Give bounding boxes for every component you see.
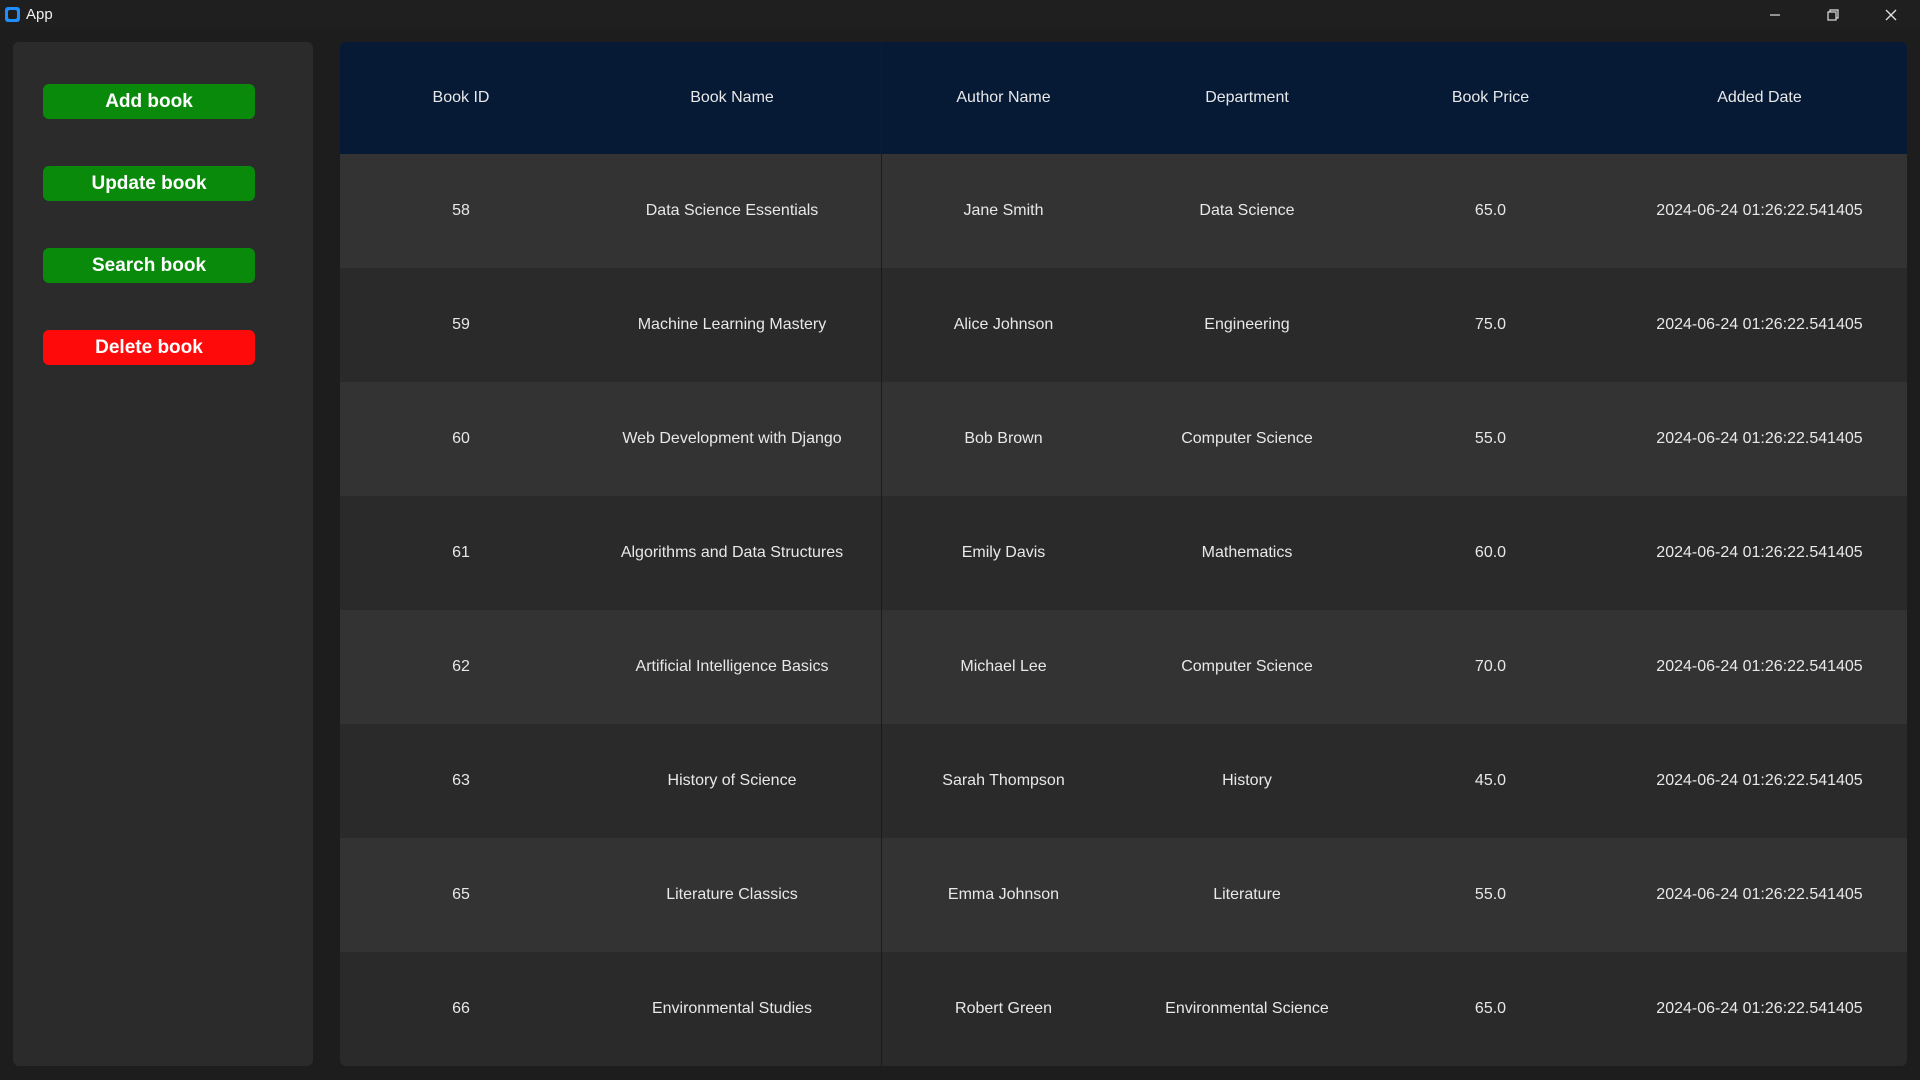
table-row[interactable]: 60 Web Development with Django Bob Brown Co… <box>340 382 1907 496</box>
column-header-added-date[interactable]: Added Date <box>1612 42 1907 154</box>
table-row[interactable]: 62 Artificial Intelligence Basics Michael … <box>340 610 1907 724</box>
cell-book-price: 65.0 <box>1474 202 1507 219</box>
cell-author-name: Jane Smith <box>963 202 1044 219</box>
add-book-button[interactable]: Add book <box>43 84 255 119</box>
cell-book-id: 60 <box>452 430 470 447</box>
table-row[interactable]: 65 Literature Classics Emma Johnson Literat… <box>340 838 1907 952</box>
cell-added-date: 2024-06-24 01:26:22.541405 <box>1656 658 1863 675</box>
cell-department: History <box>1222 772 1272 789</box>
table-row[interactable]: 66 Environmental Studies Robert Green Envir… <box>340 952 1907 1066</box>
cell-book-price: 55.0 <box>1474 886 1507 903</box>
cell-book-name: Machine Learning Mastery <box>637 316 827 333</box>
cell-department: Engineering <box>1204 316 1290 333</box>
cell-book-price: 55.0 <box>1474 430 1507 447</box>
delete-book-button[interactable]: Delete book <box>43 330 255 365</box>
cell-book-price: 45.0 <box>1474 772 1507 789</box>
cell-author-name: Alice Johnson <box>953 316 1054 333</box>
cell-book-name: History of Science <box>667 772 797 789</box>
cell-department: Environmental Science <box>1165 1000 1329 1017</box>
window-title: App <box>26 6 53 23</box>
column-header-book-price[interactable]: Book Price <box>1369 42 1612 154</box>
cell-book-price: 65.0 <box>1474 1000 1507 1017</box>
cell-department: Mathematics <box>1201 544 1293 561</box>
restore-icon <box>1827 8 1839 21</box>
cell-book-id: 65 <box>452 886 470 903</box>
cell-author-name: Robert Green <box>955 1000 1052 1017</box>
table-row[interactable]: 59 Machine Learning Mastery Alice Johnson E… <box>340 268 1907 382</box>
table-row[interactable]: 63 History of Science Sarah Thompson Histor… <box>340 724 1907 838</box>
cell-author-name: Bob Brown <box>964 430 1043 447</box>
cell-book-name: Web Development with Django <box>622 430 842 447</box>
cell-added-date: 2024-06-24 01:26:22.541405 <box>1656 772 1863 789</box>
search-book-button[interactable]: Search book <box>43 248 255 283</box>
table-header: Book ID Book Name Author Name Department… <box>340 42 1907 154</box>
cell-added-date: 2024-06-24 01:26:22.541405 <box>1656 202 1863 219</box>
cell-department: Computer Science <box>1181 658 1313 675</box>
column-header-book-id[interactable]: Book ID <box>340 42 582 154</box>
window-controls <box>1746 0 1920 29</box>
cell-book-price: 75.0 <box>1474 316 1507 333</box>
cell-book-id: 63 <box>452 772 470 789</box>
app-icon <box>5 7 20 22</box>
cell-author-name: Sarah Thompson <box>942 772 1065 789</box>
cell-added-date: 2024-06-24 01:26:22.541405 <box>1656 316 1863 333</box>
cell-book-name: Algorithms and Data Structures <box>620 544 844 561</box>
table-row[interactable]: 58 Data Science Essentials Jane Smith Data … <box>340 154 1907 268</box>
cell-book-name: Literature Classics <box>666 886 798 903</box>
update-book-button[interactable]: Update book <box>43 166 255 201</box>
column-divider <box>881 42 882 1066</box>
cell-added-date: 2024-06-24 01:26:22.541405 <box>1656 886 1863 903</box>
cell-book-name: Environmental Studies <box>651 1000 813 1017</box>
minimize-icon <box>1770 13 1780 16</box>
cell-department: Literature <box>1213 886 1281 903</box>
cell-book-id: 59 <box>452 316 470 333</box>
restore-button[interactable] <box>1804 0 1862 29</box>
cell-book-id: 62 <box>452 658 470 675</box>
books-table: Book ID Book Name Author Name Department… <box>340 42 1907 1066</box>
cell-author-name: Michael Lee <box>960 658 1047 675</box>
close-button[interactable] <box>1862 0 1920 29</box>
column-header-book-name[interactable]: Book Name <box>582 42 882 154</box>
cell-added-date: 2024-06-24 01:26:22.541405 <box>1656 430 1863 447</box>
cell-author-name: Emma Johnson <box>947 886 1060 903</box>
cell-book-price: 70.0 <box>1474 658 1507 675</box>
cell-book-id: 66 <box>452 1000 470 1017</box>
column-header-department[interactable]: Department <box>1125 42 1369 154</box>
table-row[interactable]: 61 Algorithms and Data Structures Emily Da… <box>340 496 1907 610</box>
cell-added-date: 2024-06-24 01:26:22.541405 <box>1656 1000 1863 1017</box>
cell-book-id: 58 <box>452 202 470 219</box>
cell-department: Data Science <box>1199 202 1295 219</box>
title-bar: App <box>0 0 1920 29</box>
cell-book-price: 60.0 <box>1474 544 1507 561</box>
cell-author-name: Emily Davis <box>961 544 1046 561</box>
column-header-author-name[interactable]: Author Name <box>882 42 1125 154</box>
cell-book-name: Artificial Intelligence Basics <box>635 658 829 675</box>
cell-added-date: 2024-06-24 01:26:22.541405 <box>1656 544 1863 561</box>
cell-book-id: 61 <box>452 544 470 561</box>
cell-book-name: Data Science Essentials <box>645 202 819 219</box>
sidebar: Add book Update book Search book Delete … <box>13 42 313 1066</box>
close-icon <box>1885 9 1897 20</box>
cell-department: Computer Science <box>1181 430 1313 447</box>
minimize-button[interactable] <box>1746 0 1804 29</box>
